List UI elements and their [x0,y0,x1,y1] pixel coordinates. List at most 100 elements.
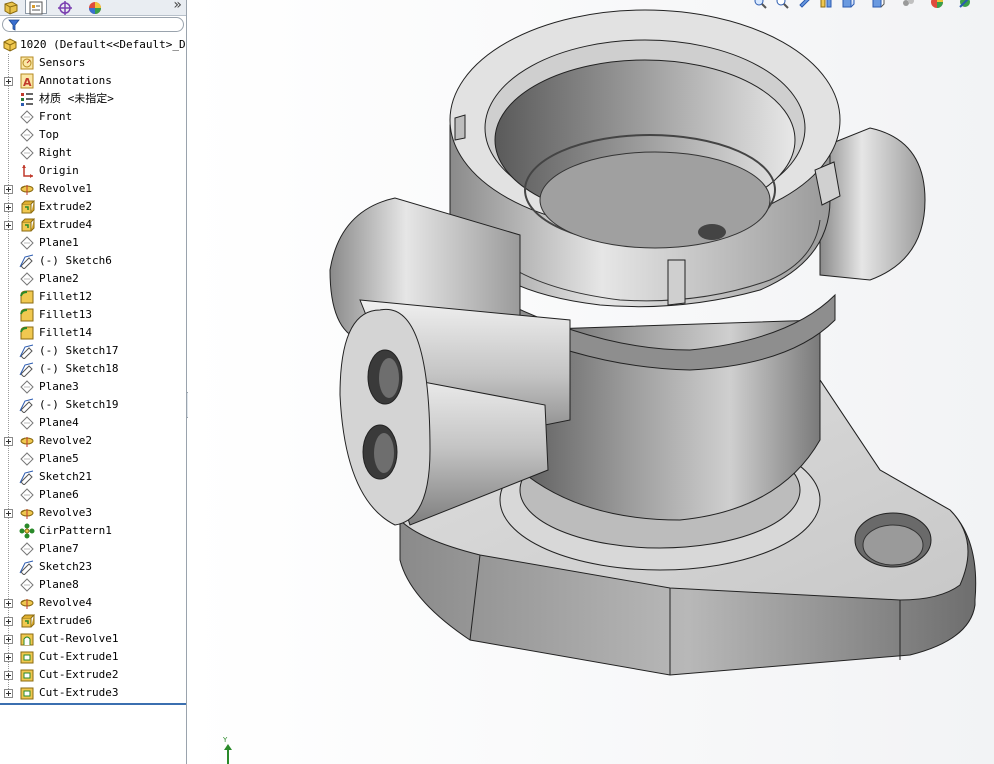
configuration-manager-tab[interactable] [55,0,77,15]
tree-item-label: Revolve1 [39,182,92,195]
annotation-icon: A [19,73,35,89]
tree-item-label: Revolve2 [39,434,92,447]
part-tree-icon [4,1,18,15]
tree-item[interactable]: Front [0,108,186,126]
view-orientation-icon[interactable] [841,0,855,8]
plane-icon [19,577,35,593]
pattern-icon [19,523,35,539]
tree-item[interactable]: Plane8 [0,576,186,594]
svg-text:A: A [23,76,32,89]
tree-item[interactable]: Fillet12 [0,288,186,306]
expand-toggle-icon[interactable] [4,653,13,662]
tree-item-label: Front [39,110,73,123]
apply-scene-icon[interactable] [958,0,972,8]
tree-item[interactable]: Plane3 [0,378,186,396]
edit-appearance-icon[interactable] [930,0,944,8]
display-manager-tab[interactable] [85,0,107,14]
collapse-panel-button[interactable]: » [173,0,182,13]
expand-toggle-icon[interactable] [4,185,13,194]
zoom-to-area-icon[interactable] [775,0,789,9]
revolve-icon [19,433,35,449]
property-manager-tab[interactable] [25,0,47,15]
tree-item[interactable]: Extrude2 [0,198,186,216]
cut-extrude-icon [19,649,35,665]
tree-item[interactable]: Revolve2 [0,432,186,450]
feature-manager-tab[interactable] [1,0,23,15]
tree-item-label: (-) Sketch6 [39,254,112,267]
tree-item[interactable]: Cut-Extrude2 [0,666,186,684]
plane-icon [19,541,35,557]
tree-item-label: Top [39,128,59,141]
tree-item[interactable]: CirPattern1 [0,522,186,540]
tree-item[interactable]: Sensors [0,54,186,72]
expand-toggle-icon[interactable] [4,221,13,230]
expand-toggle-icon[interactable] [4,599,13,608]
hide-show-items-icon[interactable] [901,0,915,8]
tree-item[interactable]: Origin [0,162,186,180]
tree-item[interactable]: Extrude4 [0,216,186,234]
tree-item[interactable]: (-) Sketch18 [0,360,186,378]
tree-item[interactable]: Plane7 [0,540,186,558]
section-view-icon[interactable] [819,0,833,8]
tree-item[interactable]: Sketch23 [0,558,186,576]
tree-item[interactable]: Cut-Extrude3 [0,684,186,702]
tree-item[interactable]: Cut-Revolve1 [0,630,186,648]
tree-item[interactable]: Revolve3 [0,504,186,522]
tree-item-label: Fillet14 [39,326,92,339]
zoom-to-fit-icon[interactable] [753,0,767,9]
tree-item-label: Plane3 [39,380,79,393]
tree-item-label: CirPattern1 [39,524,112,537]
tree-root-part[interactable]: 1020 (Default<<Default>_Dis [0,36,186,54]
tree-item[interactable]: Right [0,144,186,162]
expand-toggle-icon[interactable] [4,509,13,518]
expand-toggle-icon[interactable] [4,635,13,644]
tree-item-label: Extrude4 [39,218,92,231]
fillet-icon [19,307,35,323]
tree-item[interactable]: 材质 <未指定> [0,90,186,108]
tree-item[interactable]: (-) Sketch17 [0,342,186,360]
tree-item-label: Revolve4 [39,596,92,609]
expand-toggle-icon[interactable] [4,617,13,626]
tree-item-label: Extrude2 [39,200,92,213]
tree-item[interactable]: Fillet14 [0,324,186,342]
expand-toggle-icon[interactable] [4,689,13,698]
tree-item-label: Revolve3 [39,506,92,519]
material-icon [19,91,35,107]
tree-item[interactable]: Plane4 [0,414,186,432]
tree-item-label: Plane4 [39,416,79,429]
tree-item-label: Plane5 [39,452,79,465]
tree-item[interactable]: A Annotations [0,72,186,90]
graphics-viewport[interactable] [188,0,994,764]
sketch-icon [19,469,35,486]
cut-revolve-icon [19,631,35,647]
tree-item[interactable]: (-) Sketch6 [0,252,186,270]
tree-item[interactable]: Plane1 [0,234,186,252]
display-style-icon[interactable] [871,0,885,8]
tree-item[interactable]: Top [0,126,186,144]
tree-item[interactable]: Extrude6 [0,612,186,630]
tree-item[interactable]: Plane6 [0,486,186,504]
tree-filter-input[interactable] [2,17,184,32]
tree-item[interactable]: Cut-Extrude1 [0,648,186,666]
tree-item[interactable]: Revolve4 [0,594,186,612]
expand-toggle-icon[interactable] [4,203,13,212]
tree-item-label: (-) Sketch18 [39,362,119,375]
cut-extrude-icon [19,667,35,683]
panel-tab-bar: » [0,0,186,16]
previous-view-icon[interactable] [797,0,811,8]
tree-item[interactable]: Revolve1 [0,180,186,198]
tree-item[interactable]: Plane5 [0,450,186,468]
tree-item[interactable]: Fillet13 [0,306,186,324]
expand-toggle-icon[interactable] [4,77,13,86]
tree-item[interactable]: Plane2 [0,270,186,288]
part-3d-model[interactable] [188,0,994,764]
tree-item[interactable]: (-) Sketch19 [0,396,186,414]
tree-item-label: Cut-Revolve1 [39,632,119,645]
tree-item-label: Annotations [39,74,112,87]
expand-toggle-icon[interactable] [4,671,13,680]
sketch-icon [19,397,35,414]
panel-bottom-divider [0,703,186,705]
plane-icon [19,451,35,467]
expand-toggle-icon[interactable] [4,437,13,446]
tree-item[interactable]: Sketch21 [0,468,186,486]
